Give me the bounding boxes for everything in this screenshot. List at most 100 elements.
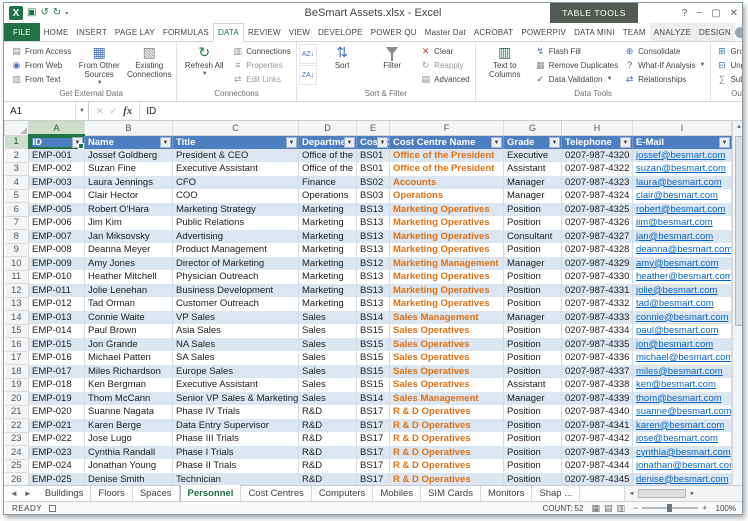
cell-e2[interactable]: BS01 <box>356 148 390 162</box>
cell-g11[interactable]: Position <box>503 270 562 284</box>
cell-g12[interactable]: Position <box>503 283 562 297</box>
cell-a19[interactable]: EMP-018 <box>28 378 85 392</box>
ribbon-tab-view[interactable]: VIEW <box>285 23 314 41</box>
sort-button[interactable]: ⇅ Sort <box>317 42 367 88</box>
name-box-dropdown-icon[interactable]: ▼ <box>76 102 89 120</box>
cell-i5[interactable]: clair@besmart.com <box>632 189 732 203</box>
cell-e10[interactable]: BS12 <box>356 256 390 270</box>
cell-a11[interactable]: EMP-010 <box>28 270 85 284</box>
cell-e17[interactable]: BS15 <box>356 351 390 365</box>
cell-h8[interactable]: 0207-987-4327 <box>561 229 633 243</box>
horizontal-scroll-thumb[interactable] <box>638 489 686 498</box>
cell-f12[interactable]: Marketing Operatives <box>389 283 504 297</box>
cell-h7[interactable]: 0207-987-4326 <box>561 216 633 230</box>
zoom-slider-thumb[interactable] <box>667 504 673 512</box>
ribbon-tab-data[interactable]: DATA <box>212 23 244 42</box>
row-header-1[interactable]: 1 <box>4 134 30 149</box>
cell-d19[interactable]: Sales <box>298 378 357 392</box>
cell-h6[interactable]: 0207-987-4325 <box>561 202 633 216</box>
cell-e21[interactable]: BS17 <box>356 405 390 419</box>
row-header-14[interactable]: 14 <box>4 310 29 325</box>
cell-d10[interactable]: Marketing <box>298 256 357 270</box>
row-header-3[interactable]: 3 <box>4 161 29 176</box>
column-header-d[interactable]: D <box>298 121 357 136</box>
select-all-corner[interactable] <box>4 121 29 136</box>
cell-b14[interactable]: Connie Waite <box>84 310 173 324</box>
cell-h3[interactable]: 0207-987-4322 <box>561 162 633 176</box>
row-header-16[interactable]: 16 <box>4 337 29 352</box>
cell-f4[interactable]: Accounts <box>389 175 504 189</box>
reapply-button[interactable]: ↻ Reapply <box>417 58 473 72</box>
cell-h11[interactable]: 0207-987-4330 <box>561 270 633 284</box>
vertical-scrollbar[interactable]: ▲ <box>732 121 742 485</box>
cell-a17[interactable]: EMP-016 <box>28 351 85 365</box>
column-header-e[interactable]: E <box>356 121 390 136</box>
row-header-18[interactable]: 18 <box>4 364 29 379</box>
cell-d26[interactable]: R&D <box>298 472 357 485</box>
name-box[interactable]: A1 <box>4 102 76 120</box>
cell-g5[interactable]: Manager <box>503 189 562 203</box>
cell-e3[interactable]: BS01 <box>356 162 390 176</box>
cell-d13[interactable]: Marketing <box>298 297 357 311</box>
cell-d25[interactable]: R&D <box>298 459 357 473</box>
cell-g7[interactable]: Position <box>503 216 562 230</box>
row-header-17[interactable]: 17 <box>4 350 29 365</box>
cell-g24[interactable]: Position <box>503 445 562 459</box>
cell-g9[interactable]: Position <box>503 243 562 257</box>
cell-c8[interactable]: Advertising <box>172 229 299 243</box>
cell-h22[interactable]: 0207-987-4341 <box>561 418 633 432</box>
text-to-columns-button[interactable]: ▥ Text to Columns <box>478 42 532 88</box>
cell-i11[interactable]: heather@besmart.com <box>632 270 732 284</box>
cell-e25[interactable]: BS17 <box>356 459 390 473</box>
cell-h12[interactable]: 0207-987-4331 <box>561 283 633 297</box>
help-icon[interactable]: ? <box>682 8 688 19</box>
filter-dropdown-icon[interactable]: ▼ <box>491 136 502 148</box>
cell-i14[interactable]: connie@besmart.com <box>632 310 732 324</box>
cell-e11[interactable]: BS13 <box>356 270 390 284</box>
ribbon-tab-acrobat[interactable]: ACROBAT <box>470 23 517 41</box>
next-sheet-icon[interactable]: ► <box>24 489 32 498</box>
cell-f22[interactable]: R & D Operatives <box>389 418 504 432</box>
row-header-13[interactable]: 13 <box>4 296 29 311</box>
cell-a22[interactable]: EMP-021 <box>28 418 85 432</box>
cell-a6[interactable]: EMP-005 <box>28 202 85 216</box>
cell-g4[interactable]: Manager <box>503 175 562 189</box>
cell-f18[interactable]: Sales Operatives <box>389 364 504 378</box>
table-header-cell-cost-centre[interactable]: Cost Centre▼ <box>356 135 390 149</box>
formula-content[interactable]: ID <box>140 102 742 120</box>
cell-h18[interactable]: 0207-987-4337 <box>561 364 633 378</box>
cell-c2[interactable]: President & CEO <box>172 148 299 162</box>
column-header-b[interactable]: B <box>84 121 173 136</box>
normal-view-icon[interactable]: ▦ <box>591 503 600 514</box>
ribbon-tab-file[interactable]: FILE <box>4 23 40 41</box>
cell-i9[interactable]: deanna@besmart.com <box>632 243 732 257</box>
cell-g3[interactable]: Assistant <box>503 162 562 176</box>
cell-i23[interactable]: jose@besmart.com <box>632 432 732 446</box>
filter-dropdown-icon[interactable]: ▼ <box>549 136 560 148</box>
table-header-cell-department[interactable]: Department ▼ <box>298 135 357 149</box>
row-header-24[interactable]: 24 <box>4 445 29 460</box>
cell-b23[interactable]: Jose Lugo <box>84 432 173 446</box>
table-header-cell-cost-centre-name[interactable]: Cost Centre Name ▼ <box>389 135 504 149</box>
insert-function-icon[interactable]: fx <box>123 105 132 117</box>
cell-b24[interactable]: Cynthia Randall <box>84 445 173 459</box>
row-header-8[interactable]: 8 <box>4 229 29 244</box>
table-header-cell-title[interactable]: Title ▼ <box>172 135 299 149</box>
cell-c14[interactable]: VP Sales <box>172 310 299 324</box>
clear-filter-button[interactable]: ✕ Clear <box>417 44 473 58</box>
cell-a4[interactable]: EMP-003 <box>28 175 85 189</box>
row-header-6[interactable]: 6 <box>4 202 29 217</box>
cell-f7[interactable]: Marketing Operatives <box>389 216 504 230</box>
cell-h23[interactable]: 0207-987-4342 <box>561 432 633 446</box>
cell-a10[interactable]: EMP-009 <box>28 256 85 270</box>
cell-i12[interactable]: jolie@besmart.com <box>632 283 732 297</box>
row-header-26[interactable]: 26 <box>4 472 29 485</box>
cell-b11[interactable]: Heather Mitchell <box>84 270 173 284</box>
cell-g26[interactable]: Position <box>503 472 562 485</box>
cell-b12[interactable]: Jolie Lenehan <box>84 283 173 297</box>
cell-h16[interactable]: 0207-987-4335 <box>561 337 633 351</box>
ribbon-tab-analyze[interactable]: ANALYZE <box>649 23 695 41</box>
cell-c4[interactable]: CFO <box>172 175 299 189</box>
cell-i24[interactable]: cynthia@besmart.com <box>632 445 732 459</box>
cell-d16[interactable]: Sales <box>298 337 357 351</box>
